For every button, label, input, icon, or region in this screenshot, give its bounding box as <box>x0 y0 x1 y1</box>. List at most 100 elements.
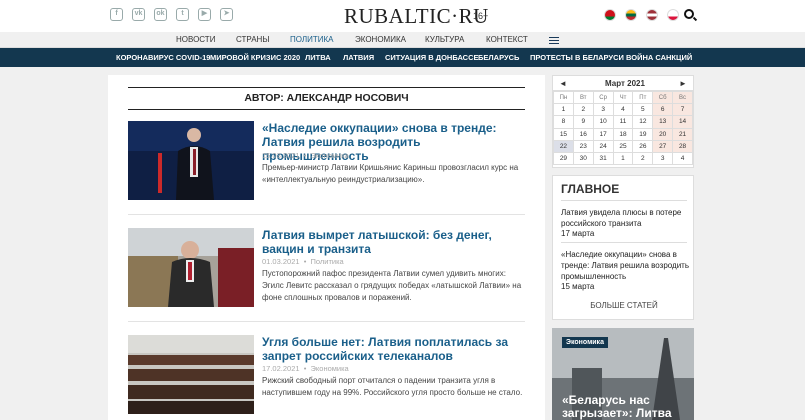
calendar-next-button[interactable]: ► <box>679 79 687 88</box>
vk-icon[interactable]: vk <box>132 8 145 21</box>
calendar-day[interactable]: 12 <box>632 115 654 129</box>
article-thumbnail[interactable] <box>128 228 254 307</box>
calendar-day[interactable]: 16 <box>572 127 594 141</box>
calendar-prev-button[interactable]: ◄ <box>559 79 567 88</box>
article-title[interactable]: Латвия вымрет латышской: без денег, вакц… <box>262 228 524 256</box>
calendar-day[interactable]: 20 <box>652 127 674 141</box>
calendar-day[interactable]: 5 <box>632 103 654 117</box>
article-category[interactable]: Экономика <box>311 364 349 373</box>
calendar-day[interactable]: 23 <box>572 139 594 153</box>
calendar-day[interactable]: 22 <box>553 139 574 153</box>
calendar-day[interactable]: 30 <box>572 151 594 166</box>
calendar-day[interactable]: 3 <box>652 151 674 166</box>
calendar-day[interactable]: 17 <box>592 127 614 141</box>
calendar-day[interactable]: 28 <box>672 139 693 153</box>
divider <box>561 242 687 243</box>
facebook-icon[interactable]: f <box>110 8 123 21</box>
flag-lithuania-icon[interactable] <box>625 9 637 21</box>
calendar-day[interactable]: 1 <box>612 151 634 166</box>
language-flags <box>604 9 679 21</box>
divider <box>128 321 525 322</box>
hot-topic[interactable]: ПРОТЕСТЫ В БЕЛАРУСИ <box>530 53 624 62</box>
calendar-day[interactable]: 24 <box>592 139 614 153</box>
calendar-day[interactable]: 31 <box>592 151 614 166</box>
calendar-day[interactable]: 1 <box>553 103 574 117</box>
calendar-day[interactable]: 27 <box>652 139 674 153</box>
top-story-date: 15 марта <box>561 282 595 291</box>
calendar-day[interactable]: 10 <box>592 115 614 129</box>
nav-item-culture[interactable]: КУЛЬТУРА <box>425 35 464 44</box>
article-date: 01.03.2021 <box>262 257 300 266</box>
calendar-day[interactable]: 2 <box>632 151 654 166</box>
top-stories-card: ГЛАВНОЕ Латвия увидела плюсы в потере ро… <box>552 175 694 320</box>
promo-category-badge[interactable]: Экономика <box>562 337 608 348</box>
nav-item-news[interactable]: НОВОСТИ <box>176 35 215 44</box>
flag-belarus-icon[interactable] <box>604 9 616 21</box>
calendar-day[interactable]: 3 <box>592 103 614 117</box>
calendar-day[interactable]: 4 <box>612 103 634 117</box>
more-articles-button[interactable]: БОЛЬШЕ СТАТЕЙ <box>553 301 695 310</box>
calendar-day[interactable]: 8 <box>553 115 574 129</box>
calendar-day[interactable]: 15 <box>553 127 574 141</box>
nav-item-economy[interactable]: ЭКОНОМИКА <box>355 35 406 44</box>
promo-title[interactable]: «Беларусь нас загрызает»: Литва <box>562 394 692 420</box>
main-nav: НОВОСТИ СТРАНЫ ПОЛИТИКА ЭКОНОМИКА КУЛЬТУ… <box>0 32 805 48</box>
calendar-day[interactable]: 7 <box>672 103 693 117</box>
article-category[interactable]: Политика <box>311 257 344 266</box>
article-summary: Премьер-министр Латвии Кришьянис Кариньш… <box>262 163 519 184</box>
article-summary: Пустопорожний пафос президента Латвии су… <box>262 269 522 302</box>
nav-item-context[interactable]: КОНТЕКСТ <box>486 35 528 44</box>
hot-topic[interactable]: БЕЛАРУСЬ <box>478 53 519 62</box>
article-summary: Рижский свободный порт отчитался о паден… <box>262 376 523 397</box>
social-links: f vk ok t ▶ ➤ <box>110 8 233 21</box>
calendar-weekday: Вс <box>672 90 693 105</box>
calendar-day[interactable]: 14 <box>672 115 693 129</box>
article-thumbnail[interactable] <box>128 121 254 200</box>
calendar-day[interactable]: 2 <box>572 103 594 117</box>
calendar-day[interactable]: 21 <box>672 127 693 141</box>
search-icon[interactable] <box>684 9 694 19</box>
hot-topic[interactable]: ВОЙНА САНКЦИЙ <box>626 53 692 62</box>
menu-icon[interactable] <box>549 37 559 44</box>
main-content: АВТОР: АЛЕКСАНДР НОСОВИЧ «Наследие оккуп… <box>108 75 545 420</box>
author-heading: АВТОР: АЛЕКСАНДР НОСОВИЧ <box>128 87 525 110</box>
calendar-day[interactable]: 29 <box>553 151 574 166</box>
article-category[interactable]: Экономика <box>311 151 349 160</box>
promo-article[interactable]: Экономика «Беларусь нас загрызает»: Литв… <box>552 328 694 420</box>
top-story-title[interactable]: Латвия увидела плюсы в потере российског… <box>561 207 689 229</box>
article-title[interactable]: Угля больше нет: Латвия поплатилась за з… <box>262 335 524 363</box>
hot-topic[interactable]: ЛАТВИЯ <box>343 53 374 62</box>
hot-topic[interactable]: СИТУАЦИЯ В ДОНБАССЕ <box>385 53 479 62</box>
site-logo[interactable]: RUBALTIC·RU <box>344 4 489 29</box>
calendar-day[interactable]: 25 <box>612 139 634 153</box>
hot-topic[interactable]: МИРОВОЙ КРИЗИС 2020 <box>210 53 300 62</box>
top-story-title[interactable]: «Наследие оккупации» снова в тренде: Лат… <box>561 249 689 282</box>
telegram-icon[interactable]: ➤ <box>220 8 233 21</box>
calendar-weekday: Чт <box>612 90 634 105</box>
calendar-day[interactable]: 19 <box>632 127 654 141</box>
article-thumbnail[interactable] <box>128 335 254 414</box>
article-meta: 01.03.2021 • Политика <box>262 257 344 266</box>
calendar-day[interactable]: 13 <box>652 115 674 129</box>
article-date: 15.03.2021 <box>262 151 300 160</box>
calendar-day[interactable]: 11 <box>612 115 634 129</box>
nav-item-countries[interactable]: СТРАНЫ <box>236 35 269 44</box>
calendar-day[interactable]: 4 <box>672 151 693 166</box>
calendar-day[interactable]: 26 <box>632 139 654 153</box>
flag-poland-icon[interactable] <box>667 9 679 21</box>
divider <box>128 214 525 215</box>
odnoklassniki-icon[interactable]: ok <box>154 8 167 21</box>
twitter-icon[interactable]: t <box>176 8 189 21</box>
calendar-day[interactable]: 9 <box>572 115 594 129</box>
top-story-date: 17 марта <box>561 229 595 238</box>
calendar-grid: Пн Вт Ср Чт Пт Сб Вс 1 2 3 4 5 6 7 8 9 10 11 12 13 14 15 16 17 1… <box>553 90 693 166</box>
article-meta: 15.03.2021 • Экономика <box>262 151 349 160</box>
calendar-day[interactable]: 18 <box>612 127 634 141</box>
flag-latvia-icon[interactable] <box>646 9 658 21</box>
hot-topics-bar: КОРОНАВИРУС COVID-19 МИРОВОЙ КРИЗИС 2020… <box>0 48 805 67</box>
calendar-day[interactable]: 6 <box>652 103 674 117</box>
youtube-icon[interactable]: ▶ <box>198 8 211 21</box>
hot-topic[interactable]: ЛИТВА <box>305 53 331 62</box>
hot-topic[interactable]: КОРОНАВИРУС COVID-19 <box>116 53 210 62</box>
nav-item-politics[interactable]: ПОЛИТИКА <box>290 35 334 44</box>
